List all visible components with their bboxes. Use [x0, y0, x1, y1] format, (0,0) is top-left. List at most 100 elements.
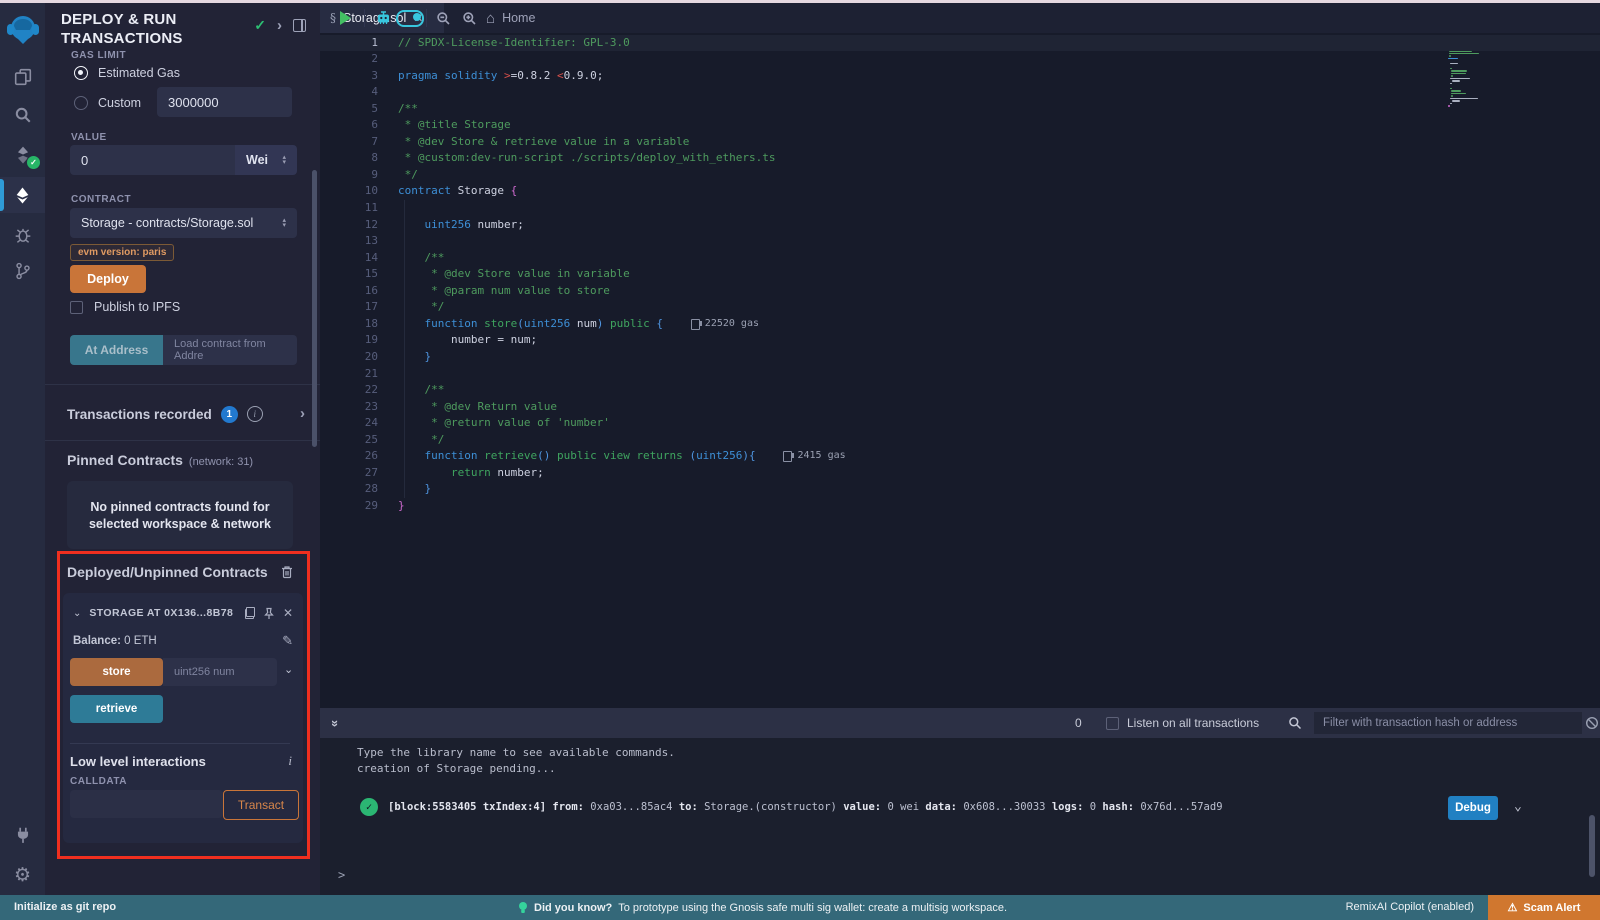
filter-input[interactable]: Filter with transaction hash or address — [1314, 712, 1582, 734]
publish-ipfs-checkbox[interactable] — [70, 301, 83, 314]
pin-panel-icon[interactable] — [293, 19, 306, 32]
sidebar-item-settings[interactable]: ⚙ — [0, 857, 45, 893]
estimated-gas-option[interactable]: Estimated Gas — [74, 66, 180, 80]
code-line-22[interactable]: 22 /** — [320, 382, 1600, 399]
store-arg-input[interactable]: uint256 num — [163, 658, 277, 686]
log-segment: 0x608...30033 — [957, 801, 1052, 813]
line-number: 13 — [320, 233, 378, 250]
code-line-17[interactable]: 17 */ — [320, 299, 1600, 316]
pin-icon[interactable] — [263, 607, 275, 620]
sidebar-item-plugin-manager[interactable] — [0, 817, 45, 853]
transactions-recorded-row[interactable]: Transactions recorded 1 i › — [67, 397, 305, 431]
code-line-24[interactable]: 24 * @return value of 'number' — [320, 415, 1600, 432]
code-line-16[interactable]: 16 * @param num value to store — [320, 283, 1600, 300]
code-line-9[interactable]: 9 */ — [320, 167, 1600, 184]
code-line-18[interactable]: 18 function store(uint256 num) public {2… — [320, 316, 1600, 333]
code-line-19[interactable]: 19 number = num; — [320, 332, 1600, 349]
tab-home[interactable]: ⌂ Home — [486, 3, 535, 33]
tx-info-icon[interactable]: i — [247, 406, 263, 422]
transaction-log-row[interactable]: ✓ [block:5583405 txIndex:4] from: 0xa03.… — [320, 793, 1600, 823]
code-line-27[interactable]: 27 return number; — [320, 465, 1600, 482]
remove-contract-icon[interactable]: ✕ — [283, 606, 293, 620]
code-line-13[interactable]: 13 — [320, 233, 1600, 250]
collapse-icon[interactable]: ⌄ — [73, 608, 81, 619]
panel-scrollbar[interactable] — [312, 170, 317, 447]
code-line-26[interactable]: 26 function retrieve() public view retur… — [320, 448, 1600, 465]
code-editor[interactable]: 1// SPDX-License-Identifier: GPL-3.023pr… — [320, 33, 1600, 708]
divider — [70, 743, 290, 744]
terminal-search-icon[interactable] — [1288, 716, 1302, 730]
code-line-6[interactable]: 6 * @title Storage — [320, 117, 1600, 134]
copy-address-icon[interactable] — [245, 607, 255, 619]
sidebar-item-file-explorer[interactable] — [0, 59, 45, 95]
ai-assistant-button[interactable] — [370, 3, 396, 33]
at-address-input[interactable]: Load contract from Addre — [163, 335, 297, 365]
run-script-button[interactable] — [332, 3, 358, 33]
debug-button[interactable]: Debug — [1448, 796, 1498, 820]
low-level-info-icon[interactable]: i — [288, 753, 292, 769]
code-line-29[interactable]: 29} — [320, 498, 1600, 515]
code-line-1[interactable]: 1// SPDX-License-Identifier: GPL-3.0 — [320, 35, 1600, 52]
at-address-button[interactable]: At Address — [70, 335, 163, 365]
code-line-15[interactable]: 15 * @dev Store value in variable — [320, 266, 1600, 283]
contract-select[interactable]: Storage - contracts/Storage.sol ▴▾ — [70, 208, 297, 238]
code-line-20[interactable]: 20 } — [320, 349, 1600, 366]
terminal[interactable]: Type the library name to see available c… — [320, 738, 1600, 895]
custom-gas-option[interactable]: Custom — [74, 96, 141, 110]
code-line-25[interactable]: 25 */ — [320, 432, 1600, 449]
retrieve-function-button[interactable]: retrieve — [70, 695, 163, 723]
code-line-3[interactable]: 3pragma solidity >=0.8.2 <0.9.0; — [320, 68, 1600, 85]
code-line-28[interactable]: 28 } — [320, 481, 1600, 498]
code-line-4[interactable]: 4 — [320, 84, 1600, 101]
git-init-button[interactable]: Initialize as git repo — [14, 901, 116, 913]
sidebar-item-debugger[interactable] — [0, 217, 45, 253]
expand-terminal-icon[interactable]: » — [328, 720, 343, 727]
publish-ipfs-option[interactable]: Publish to IPFS — [70, 300, 180, 314]
trash-icon[interactable] — [281, 565, 293, 579]
line-number: 27 — [320, 465, 378, 482]
estimated-gas-radio[interactable] — [74, 66, 88, 80]
deploy-button[interactable]: Deploy — [70, 265, 146, 293]
zoom-out-button[interactable] — [430, 3, 456, 33]
sidebar-item-deploy-run[interactable] — [0, 177, 45, 213]
sidebar-item-git[interactable] — [0, 253, 45, 289]
value-input[interactable]: 0 — [70, 145, 235, 175]
tx-expand-icon[interactable]: › — [300, 409, 305, 419]
scam-alert-badge[interactable]: ⚠ Scam Alert — [1488, 895, 1600, 920]
icon-rail: ✓ ⚙ — [0, 3, 46, 895]
zoom-out-icon — [436, 11, 451, 26]
code-line-8[interactable]: 8 * @custom:dev-run-script ./scripts/dep… — [320, 150, 1600, 167]
line-number: 11 — [320, 200, 378, 217]
code-token: uint256 — [696, 449, 742, 462]
terminal-prompt[interactable]: > — [338, 868, 345, 882]
code-line-10[interactable]: 10contract Storage { — [320, 183, 1600, 200]
code-line-21[interactable]: 21 — [320, 366, 1600, 383]
copilot-toggle[interactable] — [394, 3, 426, 33]
code-line-14[interactable]: 14 /** — [320, 250, 1600, 267]
calldata-input[interactable] — [70, 790, 223, 818]
store-function-button[interactable]: store — [70, 658, 163, 686]
sidebar-item-search[interactable] — [0, 97, 45, 133]
expand-panel-icon[interactable]: › — [277, 21, 282, 31]
copilot-status[interactable]: RemixAI Copilot (enabled) — [1346, 901, 1474, 913]
sidebar-item-solidity-compiler[interactable]: ✓ — [0, 137, 45, 173]
remix-logo[interactable] — [0, 9, 45, 51]
zoom-in-button[interactable] — [456, 3, 482, 33]
code-line-23[interactable]: 23 * @dev Return value — [320, 399, 1600, 416]
code-line-2[interactable]: 2 — [320, 51, 1600, 68]
code-line-11[interactable]: 11 — [320, 200, 1600, 217]
terminal-scrollbar[interactable] — [1589, 815, 1595, 877]
custom-gas-radio[interactable] — [74, 96, 88, 110]
listen-checkbox[interactable] — [1106, 717, 1119, 730]
code-line-7[interactable]: 7 * @dev Store & retrieve value in a var… — [320, 134, 1600, 151]
edit-balance-icon[interactable]: ✎ — [282, 633, 293, 649]
value-unit-select[interactable]: Wei ▴▾ — [235, 145, 297, 175]
contract-card-header[interactable]: ⌄ STORAGE AT 0X136...8B78 ✕ — [73, 606, 293, 620]
tx-expand-icon[interactable]: ⌄ — [1514, 799, 1522, 814]
store-expand-icon[interactable]: ⌄ — [284, 663, 293, 676]
code-line-12[interactable]: 12 uint256 number; — [320, 217, 1600, 234]
clear-console-icon[interactable] — [1585, 716, 1599, 730]
code-line-5[interactable]: 5/** — [320, 101, 1600, 118]
transact-button[interactable]: Transact — [223, 790, 299, 820]
custom-gas-input[interactable]: 3000000 — [157, 87, 292, 117]
